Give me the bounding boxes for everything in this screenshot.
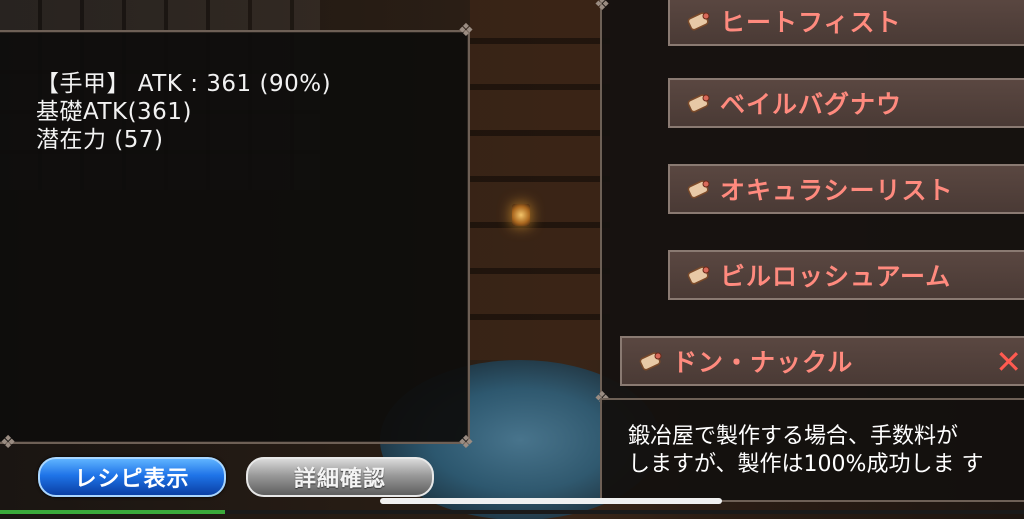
progress-bar bbox=[0, 510, 226, 514]
recipe-item[interactable]: オキュラシーリスト bbox=[668, 164, 1024, 214]
ornament-icon: ❖ bbox=[0, 432, 17, 453]
home-indicator[interactable] bbox=[380, 498, 722, 504]
ornament-icon: ❖ bbox=[457, 20, 474, 41]
recipe-item-label: オキュラシーリスト bbox=[720, 176, 954, 205]
show-recipe-button[interactable]: レシピ表示 bbox=[38, 457, 226, 497]
details-button[interactable]: 詳細確認 bbox=[246, 457, 434, 497]
scroll-icon bbox=[687, 180, 710, 199]
bookshelf bbox=[470, 0, 610, 360]
ornament-icon: ❖ bbox=[594, 0, 611, 15]
recipe-item-selected[interactable]: ドン・ナックル ✕ bbox=[620, 336, 1024, 386]
scroll-icon bbox=[687, 94, 710, 113]
recipe-item-label: ドン・ナックル bbox=[672, 348, 854, 377]
recipe-item[interactable]: ヒートフィスト bbox=[668, 0, 1024, 46]
recipe-item-label: ビルロッシュアーム bbox=[720, 262, 952, 291]
recipe-item-label: ヒートフィスト bbox=[720, 8, 902, 37]
recipe-item-label: ベイルバグナウ bbox=[720, 90, 903, 119]
ornament-icon: ❖ bbox=[457, 432, 474, 453]
lamp bbox=[512, 204, 530, 226]
description-line: しますが、製作は100%成功しま す bbox=[628, 452, 984, 477]
scroll-icon bbox=[687, 266, 710, 285]
recipe-item[interactable]: ビルロッシュアーム bbox=[668, 250, 1024, 300]
scroll-icon bbox=[687, 12, 710, 31]
stat-potential: 潜在力 (57) bbox=[36, 127, 164, 153]
close-icon[interactable]: ✕ bbox=[995, 346, 1022, 378]
recipe-item[interactable]: ベイルバグナウ bbox=[668, 78, 1024, 128]
scroll-icon bbox=[639, 352, 662, 371]
